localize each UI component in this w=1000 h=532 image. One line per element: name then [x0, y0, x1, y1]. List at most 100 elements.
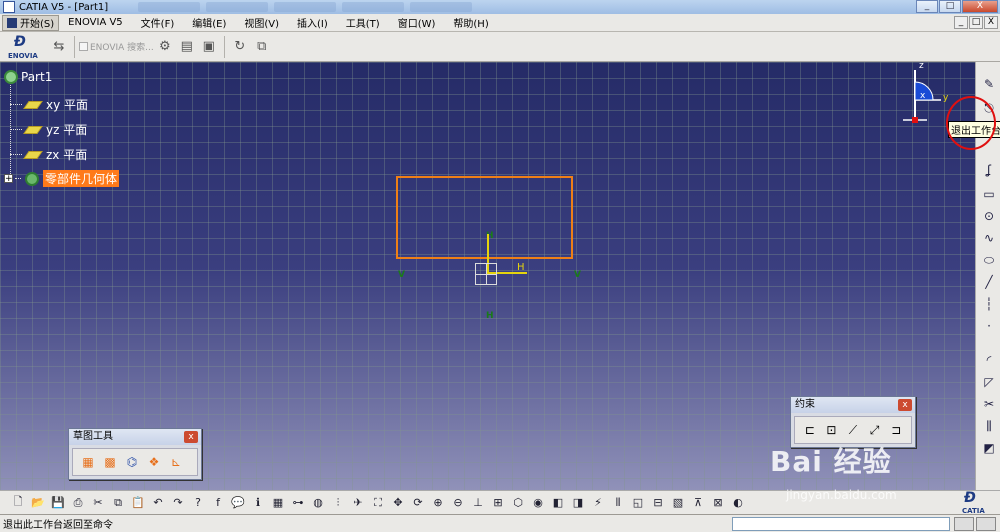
- open-icon[interactable]: 📂: [29, 494, 47, 512]
- enovia-connect-icon[interactable]: ⇆: [50, 38, 68, 56]
- spline-icon[interactable]: ∿: [980, 230, 998, 246]
- cut-by-plane-icon[interactable]: ◱: [629, 494, 647, 512]
- watermark: Bai 经验: [770, 445, 892, 478]
- document-icon[interactable]: ▤: [178, 38, 196, 56]
- dimension-icon[interactable]: ⫴: [609, 494, 627, 512]
- palette-title-bar[interactable]: 草图工具 x: [69, 429, 201, 445]
- circle-icon[interactable]: ⊙: [980, 208, 998, 224]
- redo-icon[interactable]: ↷: [169, 494, 187, 512]
- undo-icon[interactable]: ↶: [149, 494, 167, 512]
- constraint-dialog-icon[interactable]: ⊏: [801, 421, 819, 439]
- command-input[interactable]: [732, 517, 950, 531]
- close-icon[interactable]: x: [184, 431, 198, 443]
- comment-icon[interactable]: 💬: [229, 494, 247, 512]
- menu-view[interactable]: 视图(V): [235, 15, 288, 30]
- chamfer-icon[interactable]: ◸: [980, 374, 998, 390]
- fly-mode-icon[interactable]: ✈: [349, 494, 367, 512]
- normal-view-icon[interactable]: ⊥: [469, 494, 487, 512]
- measure-icon[interactable]: ⊼: [689, 494, 707, 512]
- close-button[interactable]: X: [962, 0, 998, 13]
- cut-icon[interactable]: ✂: [89, 494, 107, 512]
- sketch-tools-palette[interactable]: 草图工具 x ▦ ▩ ⌬ ❖ ⊾: [68, 428, 202, 480]
- line-icon[interactable]: ╱: [980, 274, 998, 290]
- corner-icon[interactable]: ◜: [980, 352, 998, 368]
- copy-icon[interactable]: ⧉: [109, 494, 127, 512]
- edit-multi-constraint-icon[interactable]: ⊐: [887, 421, 905, 439]
- menu-enovia[interactable]: ENOVIA V5: [59, 17, 132, 28]
- sketch-analysis-icon[interactable]: ⚡: [589, 494, 607, 512]
- trim-icon[interactable]: ✂: [980, 396, 998, 412]
- doc-minimize-button[interactable]: _: [954, 16, 968, 29]
- start-menu[interactable]: 开始(S): [2, 14, 60, 31]
- new-icon[interactable]: 🗋: [9, 494, 27, 512]
- whats-this-icon[interactable]: ?: [189, 494, 207, 512]
- menu-help[interactable]: 帮助(H): [444, 15, 497, 30]
- isometric-view-icon[interactable]: ⬡: [509, 494, 527, 512]
- rotate-icon[interactable]: ⟳: [409, 494, 427, 512]
- print-icon[interactable]: ⎙: [69, 494, 87, 512]
- formula-icon[interactable]: f: [209, 494, 227, 512]
- menu-edit[interactable]: 编辑(E): [183, 15, 235, 30]
- paste-icon[interactable]: 📋: [129, 494, 147, 512]
- snap-to-point-icon[interactable]: ▩: [101, 453, 119, 471]
- swap-visible-space-icon[interactable]: ◨: [569, 494, 587, 512]
- tree-node-zx-plane[interactable]: zx 平面: [10, 146, 87, 163]
- maximize-button[interactable]: □: [939, 0, 961, 13]
- command-button[interactable]: [954, 517, 974, 531]
- point-icon[interactable]: ·: [980, 318, 998, 334]
- constraint-icon[interactable]: ⊡: [823, 421, 841, 439]
- contact-constraint-icon[interactable]: ⟋: [844, 421, 862, 439]
- project-icon[interactable]: ◩: [980, 440, 998, 456]
- mirror-icon[interactable]: ⫼: [980, 418, 998, 434]
- zoom-in-icon[interactable]: ⊕: [429, 494, 447, 512]
- color-icon[interactable]: ◐: [729, 494, 747, 512]
- tree-icon[interactable]: ⊶: [289, 494, 307, 512]
- geometric-constraints-icon[interactable]: ❖: [145, 453, 163, 471]
- table-icon[interactable]: ▦: [269, 494, 287, 512]
- doc-close-button[interactable]: X: [984, 16, 998, 29]
- menu-insert[interactable]: 插入(I): [288, 15, 337, 30]
- tree-node-part-body[interactable]: + 零部件几何体: [4, 170, 120, 187]
- axis-icon[interactable]: ┆: [980, 296, 998, 312]
- doc-maximize-button[interactable]: □: [969, 16, 983, 29]
- tree-node-xy-plane[interactable]: xy 平面: [10, 96, 88, 113]
- sketch-icon[interactable]: ✎: [980, 76, 998, 92]
- apply-material-icon[interactable]: ▧: [669, 494, 687, 512]
- tree-expand-icon[interactable]: +: [4, 174, 13, 184]
- construction-element-icon[interactable]: ⌬: [123, 453, 141, 471]
- save-icon[interactable]: 💾: [49, 494, 67, 512]
- analysis-icon[interactable]: ⫶: [329, 494, 347, 512]
- pan-icon[interactable]: ✥: [389, 494, 407, 512]
- grid-icon[interactable]: ▦: [79, 453, 97, 471]
- zoom-out-icon[interactable]: ⊖: [449, 494, 467, 512]
- constraints-title: 约束: [795, 399, 815, 410]
- rectangle-icon[interactable]: ▭: [980, 186, 998, 202]
- fit-all-icon[interactable]: ⛶: [369, 494, 387, 512]
- refresh-icon[interactable]: ↻: [231, 38, 249, 56]
- menu-window[interactable]: 窗口(W): [389, 15, 445, 30]
- profile-icon[interactable]: ʆ: [980, 162, 998, 178]
- tree-node-yz-plane[interactable]: yz 平面: [10, 121, 87, 138]
- menu-tools[interactable]: 工具(T): [337, 15, 389, 30]
- tree-expand-icon[interactable]: ⚙: [156, 38, 174, 56]
- tree-node-part1[interactable]: Part1: [4, 70, 52, 84]
- stop-command-button[interactable]: [976, 517, 996, 531]
- minimize-button[interactable]: _: [916, 0, 938, 13]
- palette-title-bar[interactable]: 约束 x: [791, 397, 915, 413]
- fix-together-icon[interactable]: ⤢: [866, 421, 884, 439]
- link-icon[interactable]: ⧉: [253, 38, 271, 56]
- knowledge-icon[interactable]: ℹ: [249, 494, 267, 512]
- parameters-icon[interactable]: ⊟: [649, 494, 667, 512]
- dimensional-constraints-icon[interactable]: ⊾: [167, 453, 185, 471]
- lock-icon[interactable]: ⊠: [709, 494, 727, 512]
- sketch-rectangle[interactable]: [396, 176, 573, 259]
- close-icon[interactable]: x: [898, 399, 912, 411]
- hide-show-icon[interactable]: ◧: [549, 494, 567, 512]
- render-style-icon[interactable]: ◉: [529, 494, 547, 512]
- catalog-icon[interactable]: ◍: [309, 494, 327, 512]
- frame-icon[interactable]: ▣: [200, 38, 218, 56]
- enovia-search-button[interactable]: ENOVIA 搜索...: [79, 40, 154, 53]
- multi-view-icon[interactable]: ⊞: [489, 494, 507, 512]
- menu-file[interactable]: 文件(F): [132, 15, 184, 30]
- ellipse-icon[interactable]: ⬭: [980, 252, 998, 268]
